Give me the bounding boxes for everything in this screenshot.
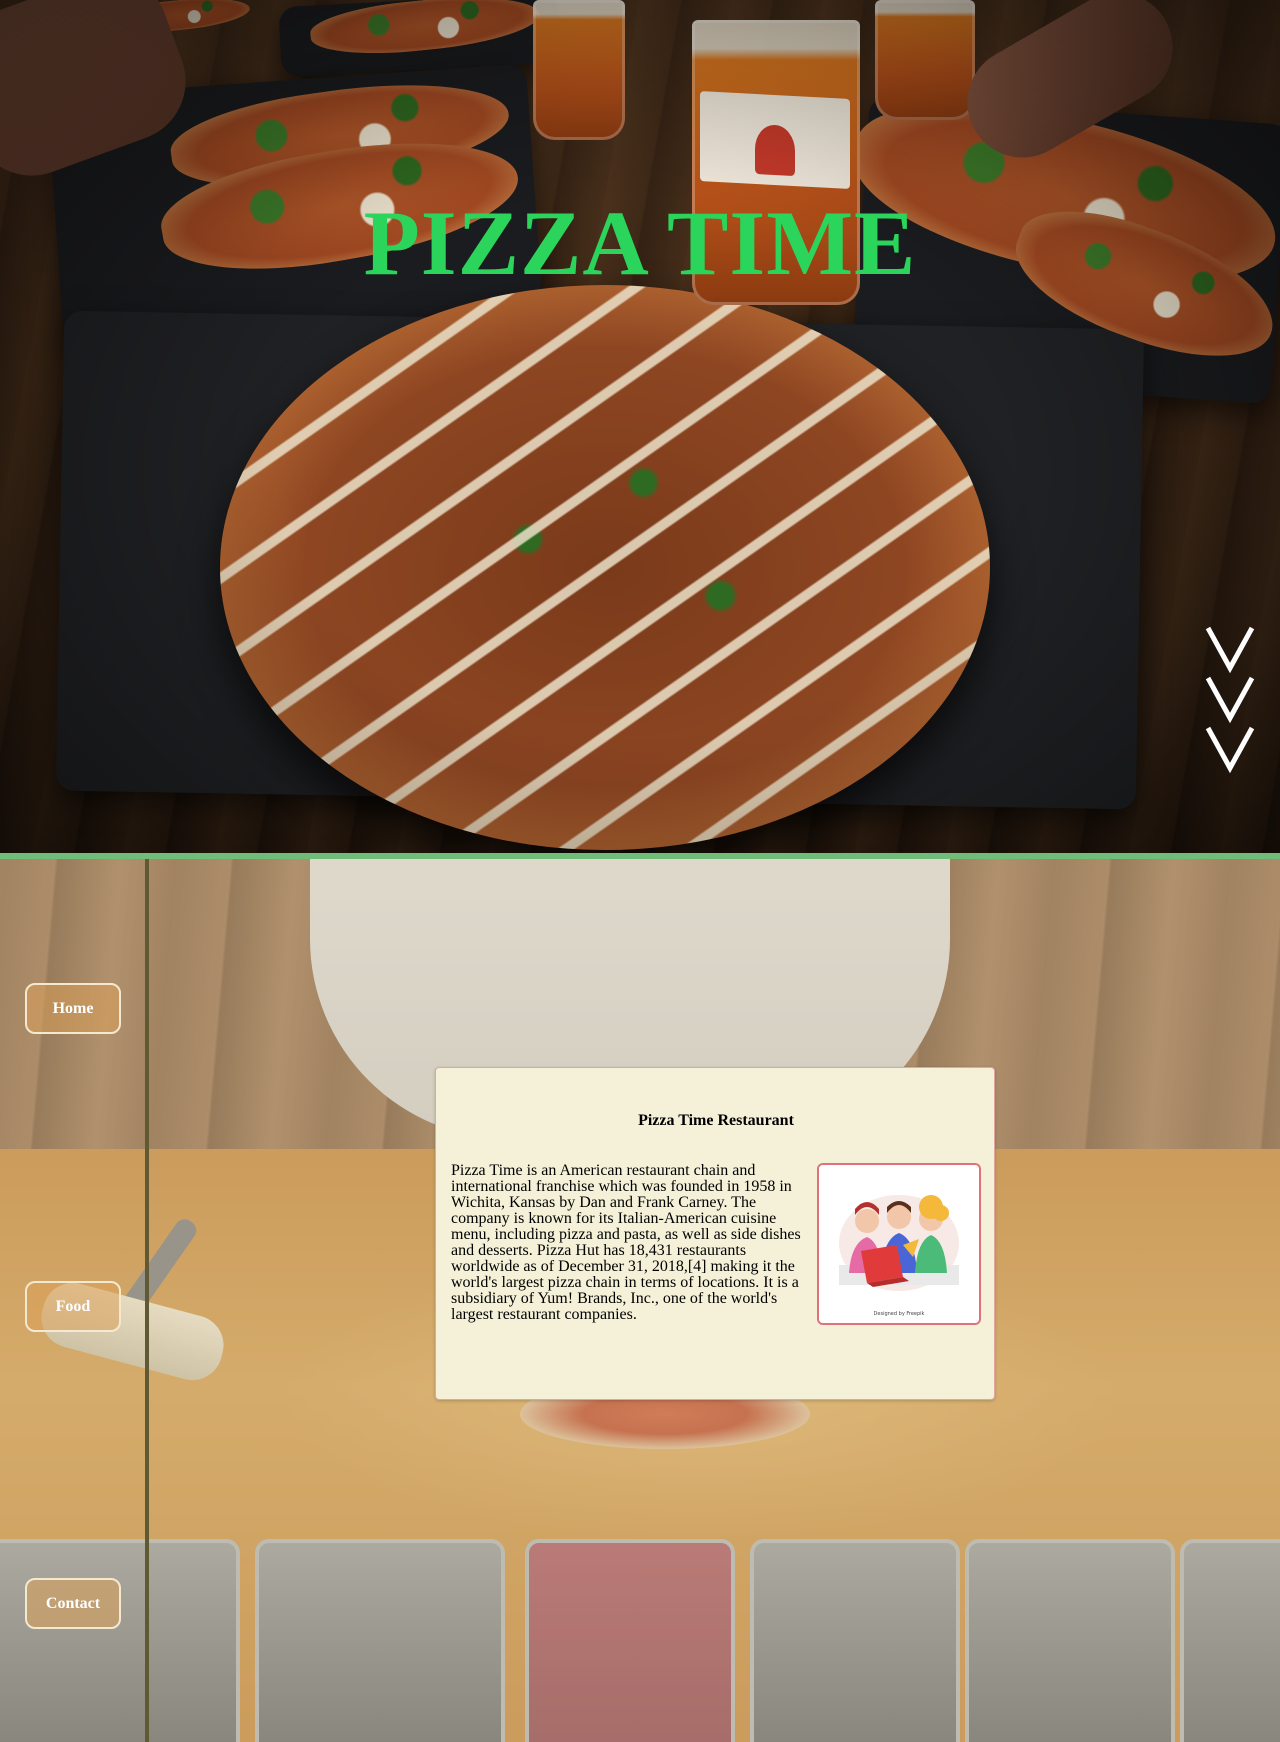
card-title: Pizza Time Restaurant <box>638 1112 794 1129</box>
friends-eating-pizza-illustration: Designed by Freepik <box>817 1163 981 1325</box>
triple-chevron-down-icon[interactable] <box>1205 625 1255 775</box>
content-section: Home Food Contact Pizza Time Restaurant … <box>0 859 1280 1742</box>
nav-food-button[interactable]: Food <box>25 1281 121 1332</box>
hero-section: PIZZA TIME <box>0 0 1280 853</box>
nav-contact-button[interactable]: Contact <box>25 1578 121 1629</box>
info-card: Pizza Time Restaurant Pizza Time is an A… <box>435 1067 995 1400</box>
page-title: PIZZA TIME <box>363 192 917 294</box>
nav-home-button[interactable]: Home <box>25 983 121 1034</box>
hero-vignette <box>0 0 1280 853</box>
card-body-text: Pizza Time is an American restaurant cha… <box>451 1162 801 1323</box>
sidebar-divider-line <box>145 859 149 1742</box>
svg-text:Designed by Freepik: Designed by Freepik <box>874 1311 925 1317</box>
